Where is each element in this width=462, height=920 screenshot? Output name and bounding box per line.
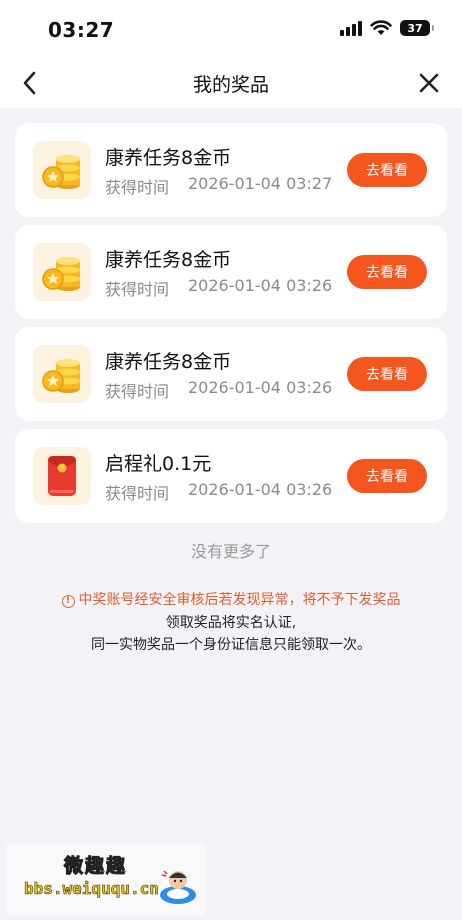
- prize-card: 康养任务8金币 获得时间 2026-01-04 03:26 去看看: [15, 327, 447, 421]
- view-button[interactable]: 去看看: [347, 357, 427, 391]
- warning-notice: ! 中奖账号经安全审核后若发现异常，将不予下发奖品: [0, 589, 462, 609]
- watermark-title: 微趣趣: [63, 855, 128, 878]
- prize-time: 2026-01-04 03:26: [188, 378, 333, 397]
- battery-level: 37: [407, 21, 423, 35]
- prize-title: 康养任务8金币: [105, 249, 232, 271]
- watermark: 微趣趣 bbs.weiququ.cn: [6, 843, 206, 915]
- prize-card: 启程礼0.1元 获得时间 2026-01-04 03:26 去看看: [15, 429, 447, 523]
- prize-card: 康养任务8金币 获得时间 2026-01-04 03:27 去看看: [15, 123, 447, 217]
- notice-line: 同一实物奖品一个身份证信息只能领取一次。: [91, 637, 371, 653]
- status-icons: 37: [340, 20, 434, 36]
- gold-coins-icon: [33, 345, 91, 403]
- wifi-icon: [370, 20, 392, 35]
- prize-time-label: 获得时间: [105, 382, 170, 401]
- warning-icon: !: [61, 595, 75, 608]
- warning-text: 中奖账号经安全审核后若发现异常，将不予下发奖品: [78, 592, 401, 608]
- list-end-text: 没有更多了: [190, 542, 271, 561]
- close-icon[interactable]: [414, 68, 444, 98]
- notice-line: 领取奖品将实名认证,: [165, 615, 297, 631]
- prize-time-label: 获得时间: [105, 280, 170, 299]
- prize-time-label: 获得时间: [105, 178, 170, 197]
- signal-icon: [340, 20, 362, 36]
- mascot-icon: [160, 870, 196, 904]
- status-time: 03:27: [48, 18, 115, 42]
- prize-time: 2026-01-04 03:27: [188, 174, 333, 193]
- prize-card: 康养任务8金币 获得时间 2026-01-04 03:26 去看看: [15, 225, 447, 319]
- gold-coins-icon: [33, 243, 91, 301]
- view-button[interactable]: 去看看: [347, 459, 427, 493]
- page-title: 我的奖品: [192, 74, 269, 96]
- prize-title: 康养任务8金币: [105, 351, 232, 373]
- watermark-url: bbs.weiququ.cn: [24, 879, 159, 899]
- battery-icon: 37: [400, 20, 434, 36]
- view-button[interactable]: 去看看: [347, 255, 427, 289]
- prize-title: 启程礼0.1元: [105, 453, 212, 475]
- nav-bar: 我的奖品: [0, 58, 462, 108]
- view-button[interactable]: 去看看: [347, 153, 427, 187]
- gold-coins-icon: [33, 141, 91, 199]
- prize-title: 康养任务8金币: [105, 147, 232, 169]
- prize-time: 2026-01-04 03:26: [188, 276, 333, 295]
- red-envelope-icon: [33, 447, 91, 505]
- prize-time: 2026-01-04 03:26: [188, 480, 333, 499]
- status-bar: 03:27 37: [0, 0, 462, 58]
- prize-time-label: 获得时间: [105, 484, 170, 503]
